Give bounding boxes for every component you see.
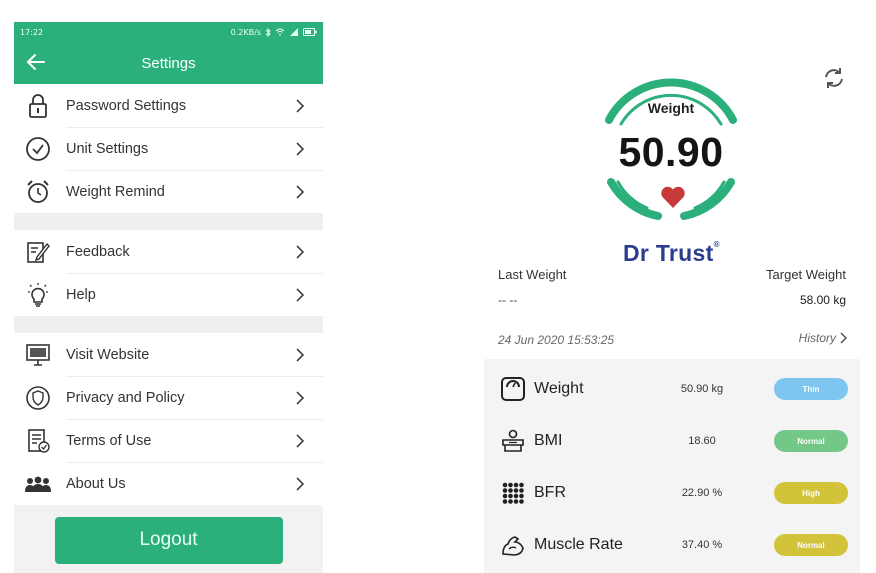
brand-name: Dr Trust bbox=[623, 240, 714, 266]
heart-icon bbox=[661, 186, 685, 208]
last-weight-label: Last Weight bbox=[498, 267, 567, 282]
metrics-list: Weight 50.90 kg Thin BMI 18.60 Normal BF… bbox=[484, 359, 860, 573]
history-link[interactable]: History bbox=[799, 331, 848, 345]
metric-value: 18.60 bbox=[688, 435, 716, 447]
settings-item-unit[interactable]: Unit Settings bbox=[14, 127, 323, 170]
logout-area: Logout bbox=[14, 505, 323, 573]
chevron-right-icon bbox=[296, 141, 305, 156]
chevron-right-icon bbox=[296, 390, 305, 405]
settings-item-label: Feedback bbox=[66, 243, 130, 260]
chevron-right-icon bbox=[296, 476, 305, 491]
metric-row-bfr[interactable]: BFR 22.90 % High bbox=[484, 467, 860, 519]
gauge-value: 50.90 bbox=[618, 129, 724, 175]
body-fat-icon bbox=[502, 482, 524, 504]
settings-item-about[interactable]: About Us bbox=[14, 462, 323, 505]
brand-registered-mark: ® bbox=[713, 240, 720, 249]
status-badge: High bbox=[774, 482, 848, 504]
alarm-clock-icon bbox=[27, 179, 49, 203]
settings-item-label: Terms of Use bbox=[66, 432, 152, 449]
status-time: 17:22 bbox=[20, 27, 44, 37]
page-title: Settings bbox=[141, 54, 196, 72]
brand-logo: Dr Trust® bbox=[623, 240, 720, 267]
bluetooth-icon bbox=[265, 27, 271, 37]
settings-screen: 17:22 0.2KB/s Settings Password Settings… bbox=[14, 22, 323, 573]
shield-icon bbox=[26, 385, 50, 410]
settings-item-label: Password Settings bbox=[66, 97, 187, 114]
status-badge: Normal bbox=[774, 430, 848, 452]
status-badge: Thin bbox=[774, 378, 848, 400]
pencil-note-icon bbox=[27, 241, 50, 263]
scale-icon bbox=[501, 377, 525, 401]
history-label: History bbox=[798, 331, 836, 345]
battery-icon bbox=[303, 28, 317, 36]
metric-row-muscle[interactable]: Muscle Rate 37.40 % Normal bbox=[484, 519, 860, 571]
logout-button[interactable]: Logout bbox=[54, 516, 283, 564]
metric-name: BFR bbox=[534, 484, 566, 501]
chevron-right-icon bbox=[296, 184, 305, 199]
settings-item-label: Unit Settings bbox=[66, 140, 149, 157]
chevron-right-icon bbox=[296, 433, 305, 448]
settings-item-website[interactable]: Visit Website bbox=[14, 333, 323, 376]
metric-name: Weight bbox=[534, 380, 584, 397]
settings-item-privacy[interactable]: Privacy and Policy bbox=[14, 376, 323, 419]
metric-name: Muscle Rate bbox=[534, 536, 623, 553]
gauge-label: Weight bbox=[647, 100, 695, 116]
document-icon bbox=[28, 428, 50, 453]
settings-group-account: Password Settings Unit Settings Weight R… bbox=[14, 84, 323, 213]
metric-row-weight[interactable]: Weight 50.90 kg Thin bbox=[484, 363, 860, 415]
monitor-icon bbox=[26, 343, 50, 366]
metric-value: 22.90 % bbox=[681, 487, 723, 499]
settings-item-label: Weight Remind bbox=[66, 183, 165, 200]
settings-item-feedback[interactable]: Feedback bbox=[14, 230, 323, 273]
settings-item-help[interactable]: Help bbox=[14, 273, 323, 316]
muscle-arm-icon bbox=[502, 536, 524, 556]
settings-group-about: Visit Website Privacy and Policy Terms o… bbox=[14, 333, 323, 505]
last-weight-value: -- -- bbox=[498, 293, 518, 307]
network-speed: 0.2KB/s bbox=[230, 27, 261, 37]
settings-item-weight-remind[interactable]: Weight Remind bbox=[14, 170, 323, 213]
app-bar: Settings bbox=[14, 42, 323, 84]
signal-icon bbox=[290, 28, 298, 36]
chevron-right-icon bbox=[296, 244, 305, 259]
lightbulb-icon bbox=[28, 282, 48, 307]
group-divider bbox=[14, 316, 323, 333]
back-arrow-icon[interactable] bbox=[24, 50, 48, 74]
settings-item-label: Privacy and Policy bbox=[66, 389, 185, 406]
check-circle-icon bbox=[26, 136, 50, 161]
metric-name: BMI bbox=[534, 432, 563, 449]
group-icon bbox=[25, 476, 51, 492]
chevron-right-icon bbox=[296, 347, 305, 362]
settings-item-password[interactable]: Password Settings bbox=[14, 84, 323, 127]
metric-row-bmi[interactable]: BMI 18.60 Normal bbox=[484, 415, 860, 467]
settings-item-terms[interactable]: Terms of Use bbox=[14, 419, 323, 462]
measurement-timestamp: 24 Jun 2020 15:53:25 bbox=[498, 333, 615, 347]
weight-screen: Weight 50.90 Dr Trust® Last Weight -- --… bbox=[484, 55, 860, 573]
settings-group-support: Feedback Help bbox=[14, 230, 323, 316]
chevron-right-icon bbox=[840, 332, 848, 344]
settings-item-label: About Us bbox=[66, 475, 126, 492]
target-weight-label: Target Weight bbox=[766, 267, 846, 282]
sync-icon[interactable] bbox=[821, 65, 847, 91]
status-badge: Normal bbox=[774, 534, 848, 556]
lock-icon bbox=[29, 93, 47, 118]
bmi-person-icon bbox=[502, 429, 524, 452]
chevron-right-icon bbox=[296, 98, 305, 113]
status-bar: 17:22 0.2KB/s bbox=[14, 22, 323, 42]
metric-value: 37.40 % bbox=[681, 539, 723, 551]
target-weight-value: 58.00 kg bbox=[799, 293, 846, 307]
wifi-icon bbox=[275, 28, 285, 36]
metric-value: 50.90 kg bbox=[680, 383, 724, 395]
settings-item-label: Help bbox=[66, 286, 96, 303]
group-divider bbox=[14, 213, 323, 230]
chevron-right-icon bbox=[296, 287, 305, 302]
settings-item-label: Visit Website bbox=[66, 346, 150, 363]
